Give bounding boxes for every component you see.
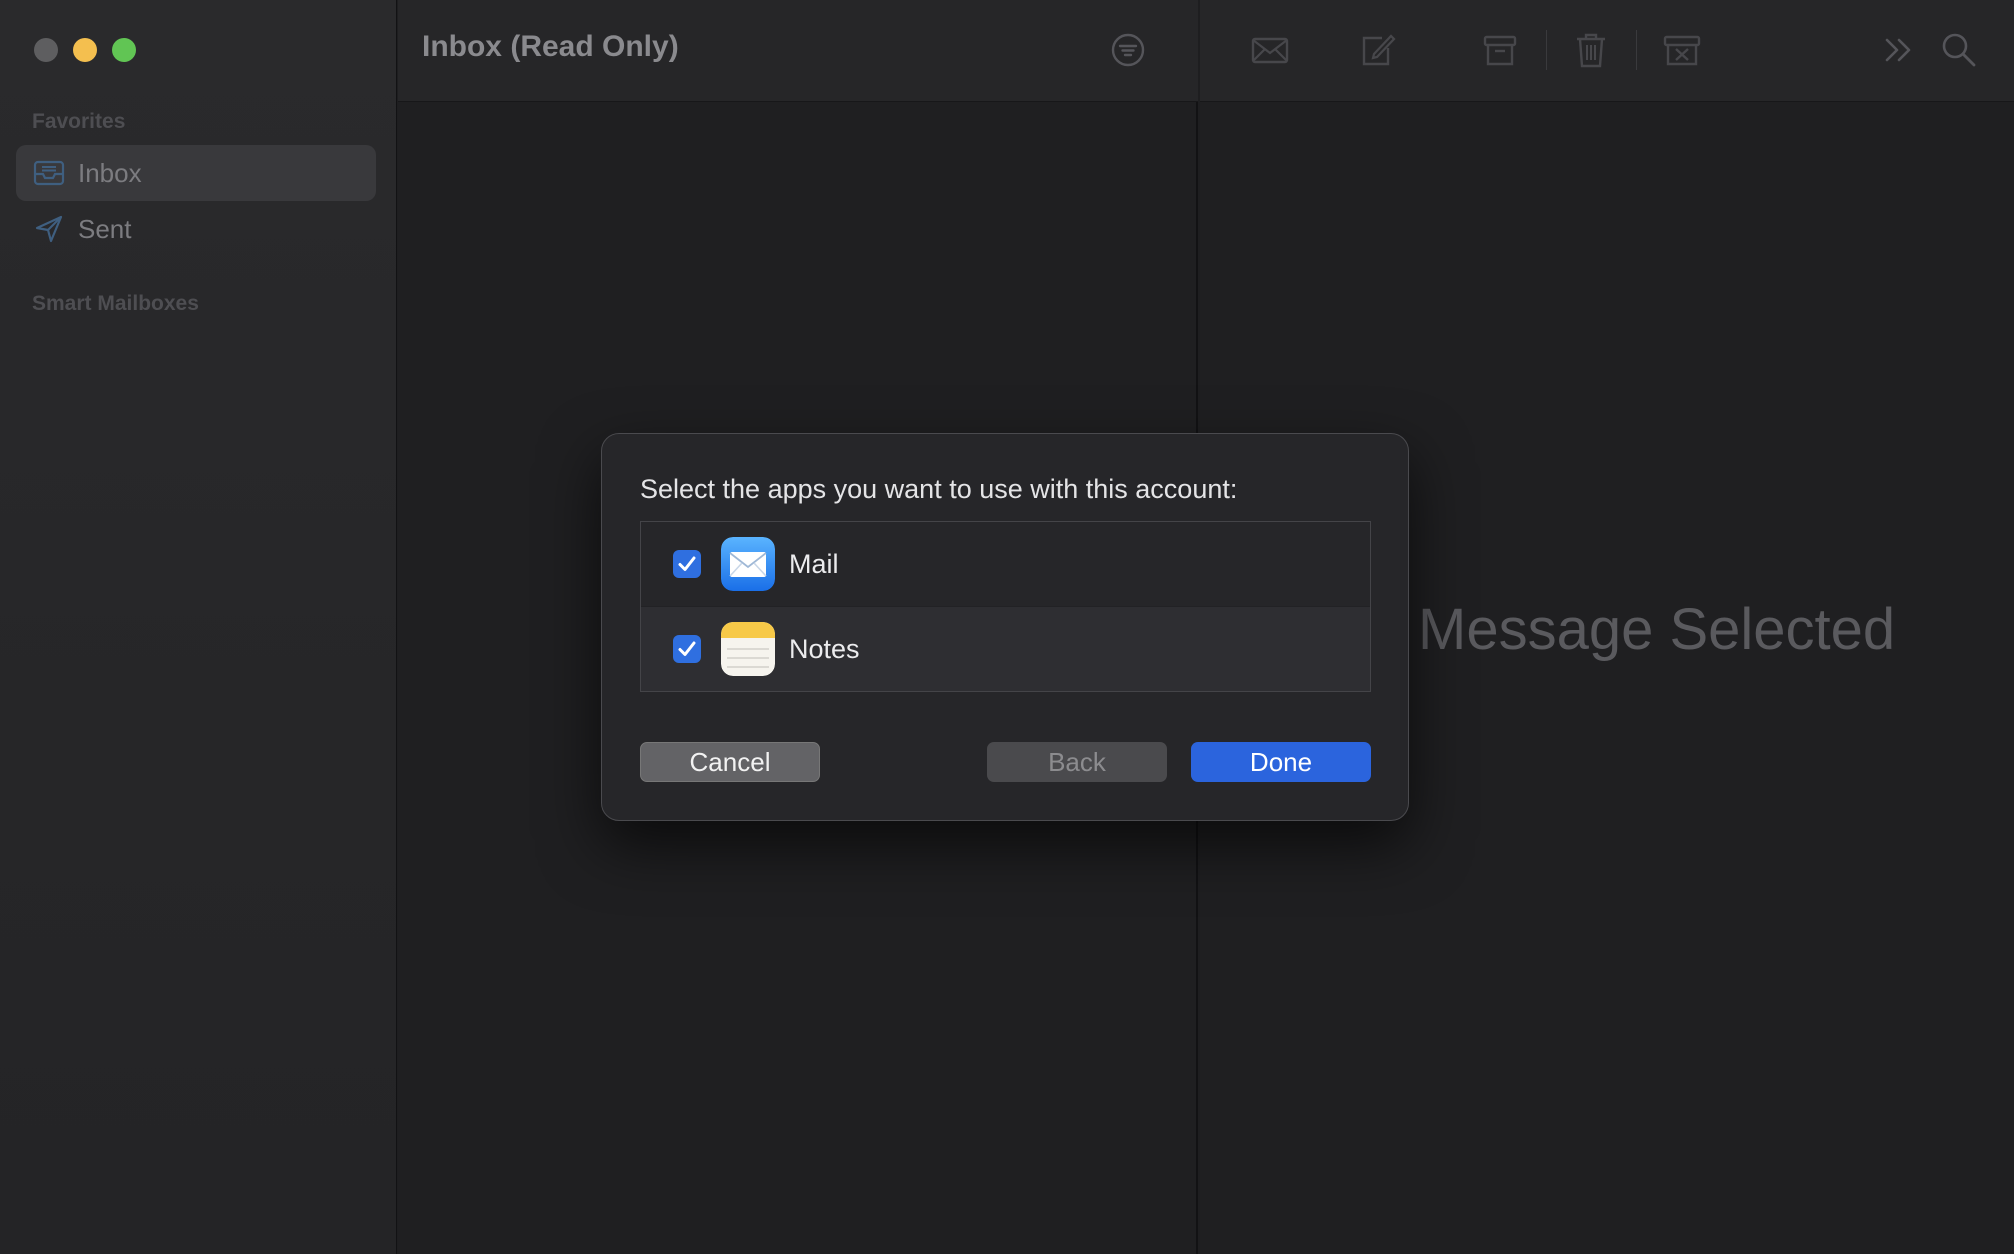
done-button[interactable]: Done: [1191, 742, 1371, 782]
app-name: Mail: [789, 548, 839, 579]
trash-icon[interactable]: [1574, 30, 1608, 75]
filter-icon[interactable]: [1110, 32, 1146, 73]
sidebar-item-label: Sent: [78, 213, 132, 244]
message-toolbar: [1200, 0, 2014, 102]
more-chevrons-icon[interactable]: [1882, 30, 1916, 75]
compose-icon[interactable]: [1358, 30, 1396, 75]
mail-checkbox[interactable]: [673, 550, 701, 578]
search-icon[interactable]: [1940, 30, 1978, 75]
notes-app-icon: [721, 622, 775, 676]
archive-icon[interactable]: [1482, 30, 1518, 75]
back-button[interactable]: Back: [987, 742, 1167, 782]
mail-app-icon: [721, 537, 775, 591]
sidebar-item-sent[interactable]: Sent: [16, 201, 376, 257]
zoom-window-button[interactable]: [112, 38, 136, 62]
sidebar-item-inbox[interactable]: Inbox: [16, 145, 376, 201]
list-item: Mail: [641, 522, 1370, 606]
cancel-button[interactable]: Cancel: [640, 742, 820, 782]
mailbox-title: Inbox (Read Only): [422, 30, 679, 63]
app-name: Notes: [789, 633, 860, 664]
message-list-toolbar: Inbox (Read Only): [398, 0, 1198, 102]
sidebar-section-favorites: Favorites: [32, 110, 126, 133]
list-item: Notes: [641, 607, 1370, 691]
dialog-prompt: Select the apps you want to use with thi…: [640, 474, 1238, 504]
notes-checkbox[interactable]: [673, 635, 701, 663]
envelope-icon[interactable]: [1250, 30, 1290, 75]
inbox-icon: [32, 156, 66, 190]
account-apps-dialog: Select the apps you want to use with thi…: [601, 433, 1409, 821]
mail-window: Favorites Inbox Sent Smart Mailboxes Inb…: [0, 0, 2014, 1254]
junk-icon[interactable]: [1662, 30, 1702, 75]
minimize-window-button[interactable]: [73, 38, 97, 62]
sidebar: Favorites Inbox Sent Smart Mailboxes: [0, 0, 397, 1254]
paper-plane-icon: [32, 212, 66, 246]
traffic-lights: [34, 38, 136, 62]
no-message-placeholder: Message Selected: [1418, 597, 1896, 662]
sidebar-item-label: Inbox: [78, 157, 142, 188]
sidebar-section-smart-mailboxes: Smart Mailboxes: [32, 292, 199, 315]
close-window-button[interactable]: [34, 38, 58, 62]
app-list: Mail Notes: [640, 521, 1371, 692]
